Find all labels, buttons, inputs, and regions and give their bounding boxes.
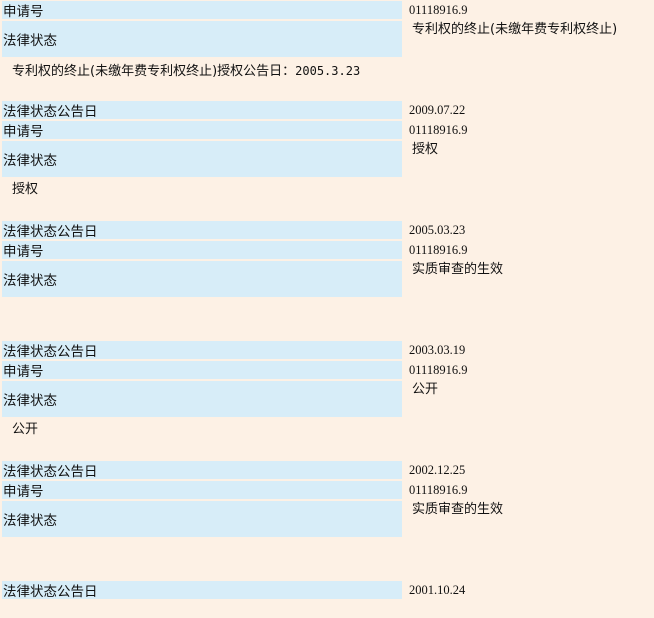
legal-status-label: 法律状态: [2, 261, 402, 297]
application-number-label: 申请号: [2, 241, 402, 260]
publication-date-label: 法律状态公告日: [2, 581, 402, 600]
legal-status-value: 公开: [412, 382, 439, 397]
legal-status-value: 授权: [412, 142, 439, 157]
legal-status-page: 申请号 01118916.9 法律状态 专利权的终止(未缴年费专利权终止) 专利…: [0, 0, 654, 618]
application-number-label: 申请号: [2, 1, 402, 20]
publication-date-value: 2001.10.24: [409, 583, 466, 597]
legal-status-value: 专利权的终止(未缴年费专利权终止): [412, 22, 618, 37]
legal-status-value: 实质审查的生效: [412, 262, 504, 277]
publication-date-label: 法律状态公告日: [2, 461, 402, 480]
legal-status-label: 法律状态: [2, 141, 402, 177]
publication-date-value: 2002.12.25: [409, 463, 466, 477]
legal-status-label: 法律状态: [2, 381, 402, 417]
legal-status-value: 实质审查的生效: [412, 502, 504, 517]
application-number-value: 01118916.9: [409, 123, 468, 137]
application-number-value: 01118916.9: [409, 3, 468, 17]
publication-date-label: 法律状态公告日: [2, 101, 402, 120]
legal-status-note: 授权: [12, 182, 39, 197]
publication-date-value: 2005.03.23: [409, 223, 466, 237]
legal-status-note-date: 2005.3.23: [295, 64, 361, 78]
publication-date-label: 法律状态公告日: [2, 341, 402, 360]
application-number-label: 申请号: [2, 481, 402, 500]
legal-status-label: 法律状态: [2, 21, 402, 57]
legal-status-note-text: 专利权的终止(未缴年费专利权终止)授权公告日：: [12, 64, 296, 79]
publication-date-value: 2003.03.19: [409, 343, 466, 357]
application-number-label: 申请号: [2, 121, 402, 140]
application-number-value: 01118916.9: [409, 363, 468, 377]
publication-date-value: 2009.07.22: [409, 103, 466, 117]
application-number-value: 01118916.9: [409, 243, 468, 257]
application-number-value: 01118916.9: [409, 483, 468, 497]
legal-status-label: 法律状态: [2, 501, 402, 537]
application-number-label: 申请号: [2, 361, 402, 380]
publication-date-label: 法律状态公告日: [2, 221, 402, 240]
legal-status-note: 公开: [12, 422, 39, 437]
legal-status-note: 专利权的终止(未缴年费专利权终止)授权公告日：2005.3.23: [12, 62, 360, 81]
